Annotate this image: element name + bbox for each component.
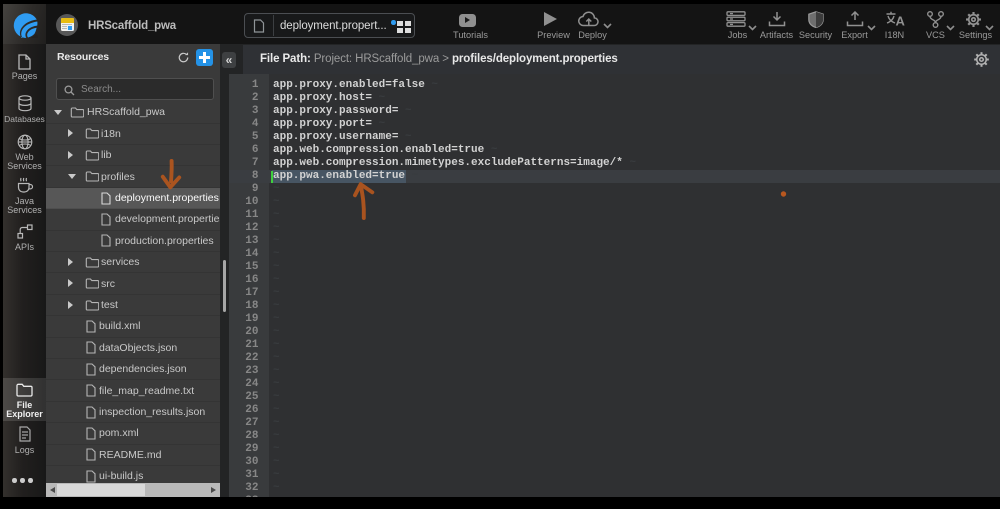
svg-text:A: A — [896, 13, 906, 28]
